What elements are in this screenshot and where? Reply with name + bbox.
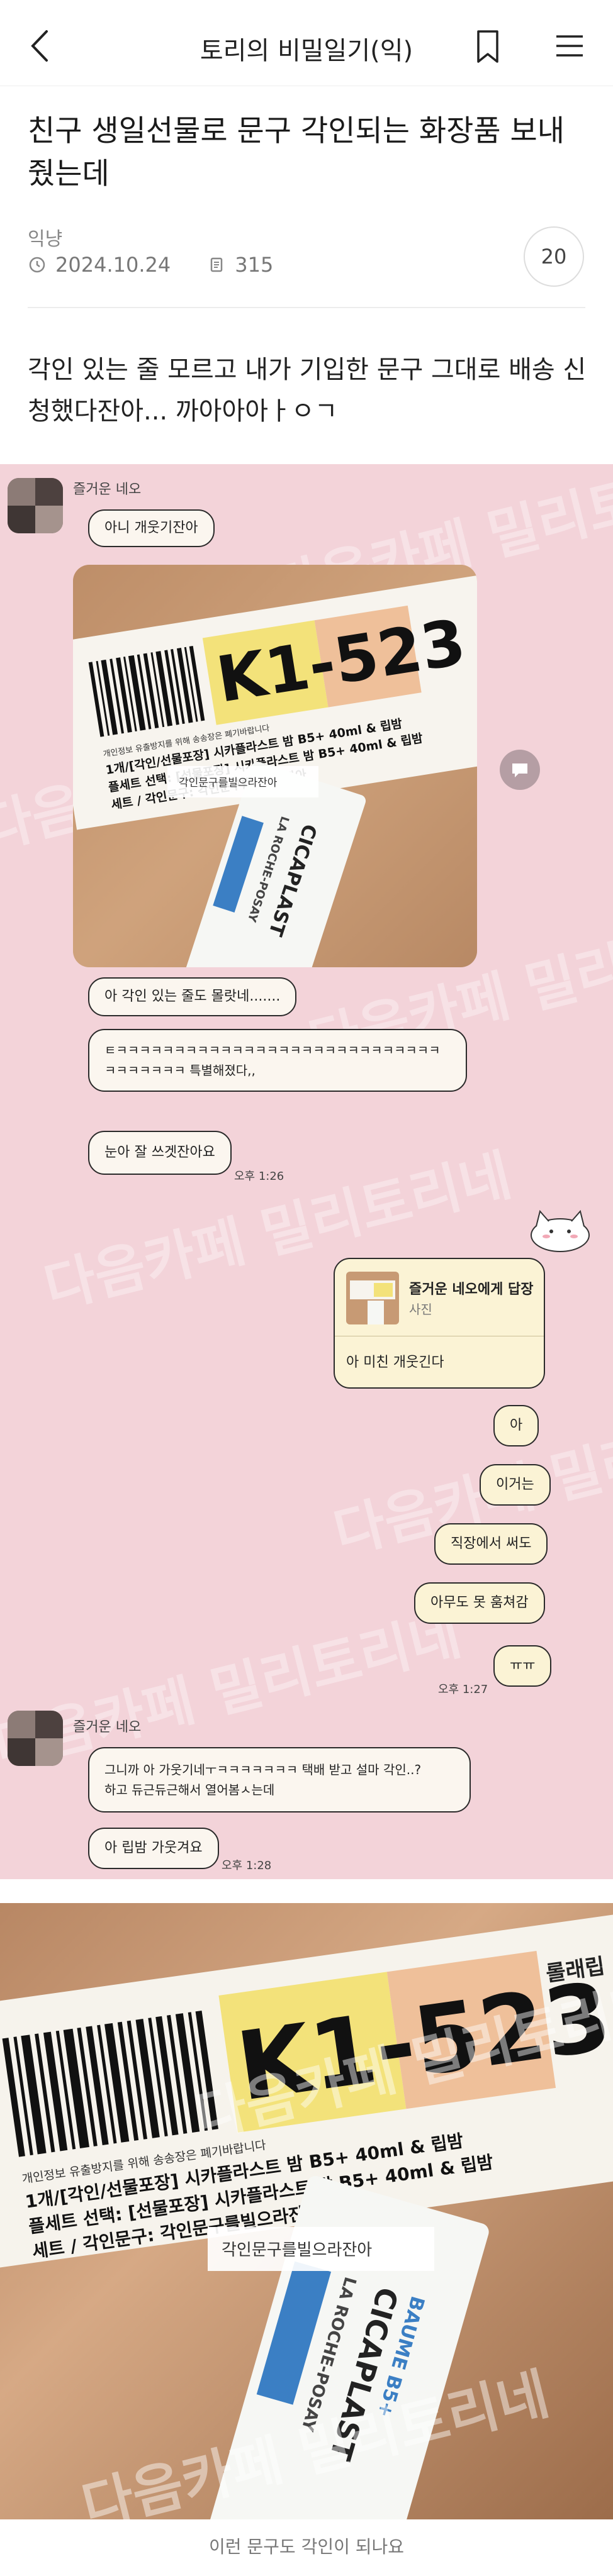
reply-card: 즐거운 네오에게 답장 사진 아 미친 개웃긴다 [334, 1258, 545, 1389]
comment-count-button[interactable]: 20 [524, 226, 584, 287]
photo-caption: 이런 문구도 각인이 되나요 [0, 2519, 613, 2576]
view-count: 315 [235, 253, 274, 277]
chat-bubble-mine: 아무도 못 훔쳐감 [414, 1582, 545, 1624]
avatar [8, 1711, 63, 1766]
sender-name: 즐거운 네오 [73, 482, 142, 497]
reply-sub: 사진 [409, 1302, 432, 1317]
timestamp: 오후 1:28 [222, 1859, 272, 1872]
floating-chat-button[interactable] [500, 750, 540, 790]
cat-sticker-icon [531, 1209, 590, 1252]
sender-name: 즐거운 네오 [73, 1719, 142, 1735]
bookmark-icon[interactable] [466, 24, 510, 68]
timestamp: 오후 1:27 [438, 1683, 488, 1696]
avatar [8, 478, 63, 533]
chat-bubble: 아 각인 있는 줄도 몰랏네....... [88, 977, 297, 1016]
divider [28, 307, 585, 308]
post-date: 2024.10.24 [55, 253, 171, 277]
tube-engraving: 각인문구를빌으라잔아 [222, 2241, 372, 2260]
chat-screenshot: 다음카페 밀리토리네 다음카페 밀리토리네 다음카페 밀리토리네 다음카페 밀리… [0, 464, 613, 1879]
chat-photo[interactable]: K1-523 개인정보 유출방지를 위해 송송장은 폐기바랍니다 1개/[각인/… [73, 565, 477, 967]
cafe-board-title[interactable]: 토리의 비밀일기(익) [0, 30, 613, 67]
reply-header: 즐거운 네오에게 답장 [409, 1282, 534, 1297]
reply-thumbnail [346, 1272, 399, 1324]
chat-bubble: 아 립밤 가웃겨요 [88, 1828, 219, 1869]
views-icon [210, 257, 223, 272]
top-bar: 토리의 비밀일기(익) [0, 0, 613, 86]
reply-message: 아 미친 개웃긴다 [346, 1355, 444, 1370]
post-meta: 2024.10.24 315 [28, 253, 273, 277]
chat-bubble: 아니 개웃기잔아 [88, 509, 215, 547]
chat-bubble: 눈아 잘 쓰겟잔아요 [88, 1131, 232, 1175]
chat-bubble-mine: 아 [493, 1405, 539, 1446]
tube-engraving: 각인문구를빌으라잔아 [179, 777, 278, 789]
clock-icon [29, 257, 45, 273]
chat-bubble-mine: 직장에서 써도 [434, 1523, 548, 1565]
chat-bubble-mine: 이거는 [480, 1464, 551, 1506]
timestamp: 오후 1:26 [234, 1170, 284, 1183]
chat-bubble: 그니까 아 가웃기네ㅜㅋㅋㅋㅋㅋㅋㅋ 택배 받고 설마 각인..? 하고 듀근듀… [88, 1747, 471, 1813]
menu-icon[interactable] [548, 24, 592, 68]
author-name[interactable]: 익냥 [28, 223, 62, 251]
post-body-text: 각인 있는 줄 모르고 내가 기입한 문구 그대로 배송 신청했다잔아... 까… [28, 355, 587, 426]
product-photo[interactable]: K1-523 롤래립 개인정보 유출방지를 위해 송송장은 폐기바랍니다 1개/… [0, 1903, 613, 2519]
post-title: 친구 생일선물로 문구 각인되는 화장품 보내줬는데 [28, 114, 565, 191]
chat-bubble-mine: ㅠㅠ [493, 1645, 552, 1687]
chat-bubble: ㅌㅋㅋㅋㅋㅋㅋㅋㅋㅋㅋㅋㅋㅋㅋㅋㅋㅋㅋㅋㅋㅋㅋㅋㅋㅋㅋㅋㅋ ㅋㅋㅋㅋㅋㅋㅋ 특별… [88, 1029, 467, 1092]
